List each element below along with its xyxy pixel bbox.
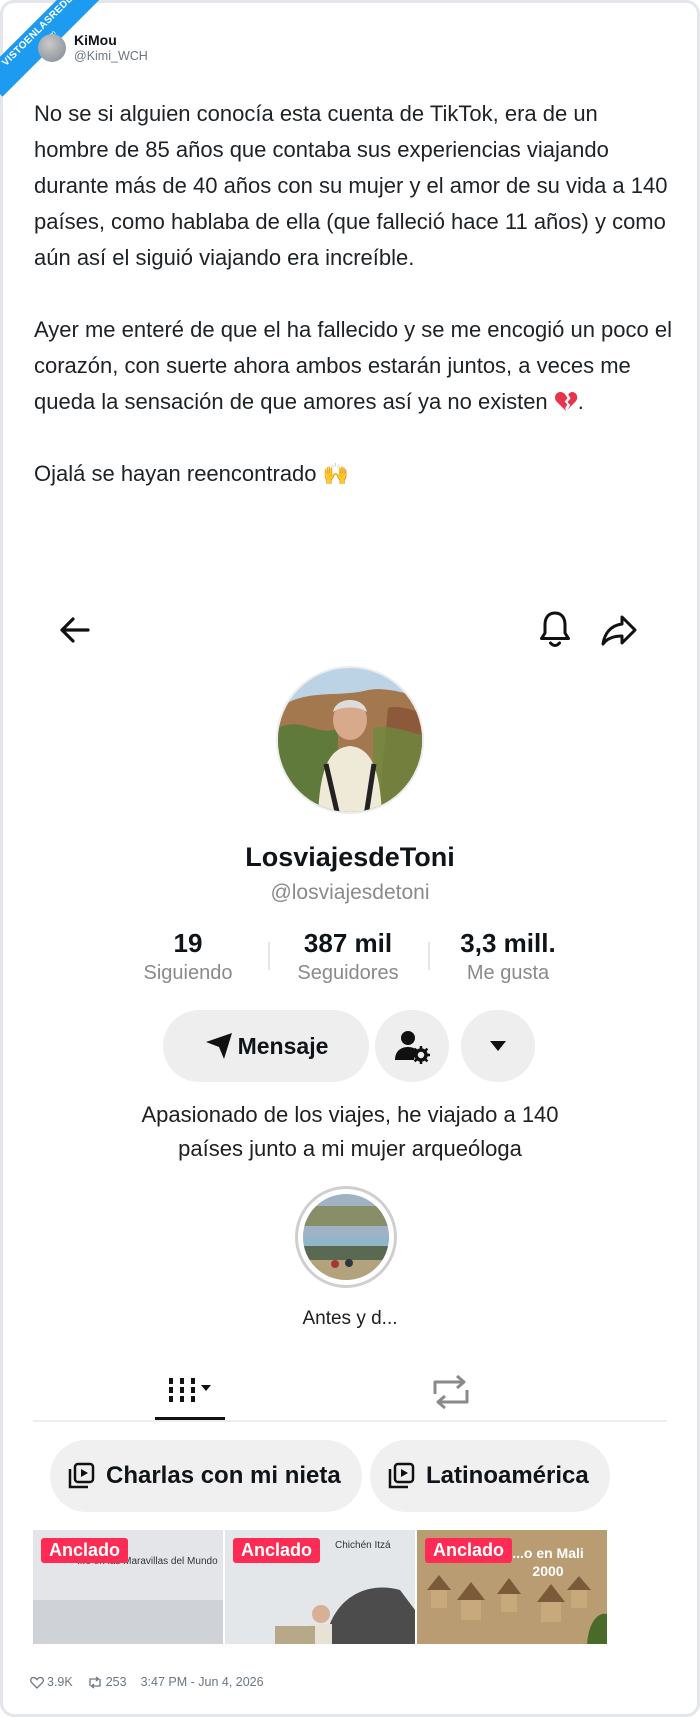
tweet-paragraph-2: Ayer me enteré de que el ha fallecido y … [34,312,674,420]
playlist-chip[interactable]: Charlas con mi nieta [50,1440,362,1512]
message-button-label: Mensaje [237,1032,329,1059]
share-arrow-icon[interactable] [599,610,639,650]
playlist-chip[interactable]: Latinoamérica [370,1440,610,1512]
user-settings-button[interactable] [375,1010,449,1082]
stat-following-label: Siguiendo [143,962,233,984]
profile-display-name: LosviajesdeToni [245,842,455,872]
tweet-text: No se si alguien conocía esta cuenta de … [34,96,674,529]
heart-outline-icon [30,1676,44,1689]
tweet-timestamp[interactable]: 3:47 PM - Jun 4, 2026 [141,1675,264,1689]
stat-likes[interactable]: 3,3 mill. Me gusta [428,926,588,996]
author-name[interactable]: KiMou [74,32,148,48]
like-count-value: 3.9K [47,1675,73,1689]
retweet-count[interactable]: 253 [87,1675,127,1689]
video-thumbnail[interactable]: ...o en las Maravillas del Mundo Anclado [33,1530,223,1644]
pinned-badge: Anclado [425,1538,513,1563]
profile-tabs [33,1362,667,1422]
story-highlight-thumbnail [303,1194,389,1280]
author-avatar[interactable] [38,34,66,62]
profile-photo [278,668,422,812]
pinned-badge: Anclado [41,1538,129,1563]
tweet-footer: 3.9K 253 3:47 PM - Jun 4, 2026 [30,1675,264,1689]
raised-hands-icon: 🙌 [322,463,349,486]
back-arrow-icon[interactable] [55,610,95,650]
stat-following-value: 19 [173,928,203,958]
tweet-paragraph-1: No se si alguien conocía esta cuenta de … [34,101,668,270]
stat-following[interactable]: 19 Siguiendo [108,926,268,996]
retweet-count-value: 253 [105,1675,127,1689]
video-grid: ...o en las Maravillas del Mundo Anclado… [33,1530,667,1644]
playlist-icon [388,1462,415,1489]
send-icon [205,1033,232,1059]
story-highlight-label: Antes y d... [302,1308,398,1329]
video-caption: ...o en Mali 2000 [512,1545,584,1579]
tweet-paragraph-3: Ojalá se hayan reencontrado 🙌 [34,456,674,493]
stat-likes-label: Me gusta [466,962,550,984]
message-button[interactable]: Mensaje [163,1010,369,1082]
author-handle[interactable]: @Kimi_WCH [74,48,148,64]
more-options-button[interactable] [461,1010,535,1082]
tab-videos[interactable] [155,1362,225,1420]
video-caption: Chichén Itzá [335,1540,391,1551]
retweet-icon [89,1675,101,1689]
story-highlight[interactable] [295,1186,397,1288]
profile-handle: @losviajesdetoni [270,881,430,904]
like-count[interactable]: 3.9K [30,1675,73,1689]
stat-followers[interactable]: 387 mil Seguidores [268,926,428,996]
caret-down-icon [490,1041,506,1051]
tweet-paragraph-3-text: Ojalá se hayan reencontrado [34,461,317,486]
playlist-icon [68,1462,95,1489]
tiktok-topbar [33,590,667,670]
profile-actions: Mensaje [33,1006,667,1084]
broken-heart-icon [554,392,578,411]
pinned-badge: Anclado [233,1538,321,1563]
profile-stats: 19 Siguiendo 387 mil Seguidores 3,3 mill… [108,926,588,996]
bell-icon[interactable] [535,608,575,650]
stat-followers-value: 387 mil [303,928,393,958]
stat-likes-value: 3,3 mill. [460,928,556,958]
user-gear-icon [395,1031,430,1064]
playlists-row: Charlas con mi nieta Latinoamérica [33,1438,667,1514]
tweet-paragraph-2-end: . [577,389,584,414]
video-thumbnail[interactable]: ...o en Mali 2000 Anclado [417,1530,607,1644]
playlist-chip-label: Latinoamérica [426,1462,589,1489]
video-thumbnail[interactable]: Chichén Itzá Anclado [225,1530,415,1644]
profile-bio: Apasionado de los viajes, he viajado a 1… [33,1098,667,1166]
bio-line-2: países junto a mi mujer arqueóloga [178,1136,522,1161]
profile-picture[interactable] [276,666,424,814]
video-grid-icon [169,1378,211,1402]
tiktok-profile-screenshot: LosviajesdeToni @losviajesdetoni 19 Sigu… [33,590,667,1644]
stat-followers-label: Seguidores [297,962,399,984]
bio-line-1: Apasionado de los viajes, he viajado a 1… [141,1102,559,1127]
repost-icon[interactable] [429,1372,473,1412]
playlist-chip-label: Charlas con mi nieta [106,1462,341,1489]
tweet-header: KiMou @Kimi_WCH [38,28,148,68]
